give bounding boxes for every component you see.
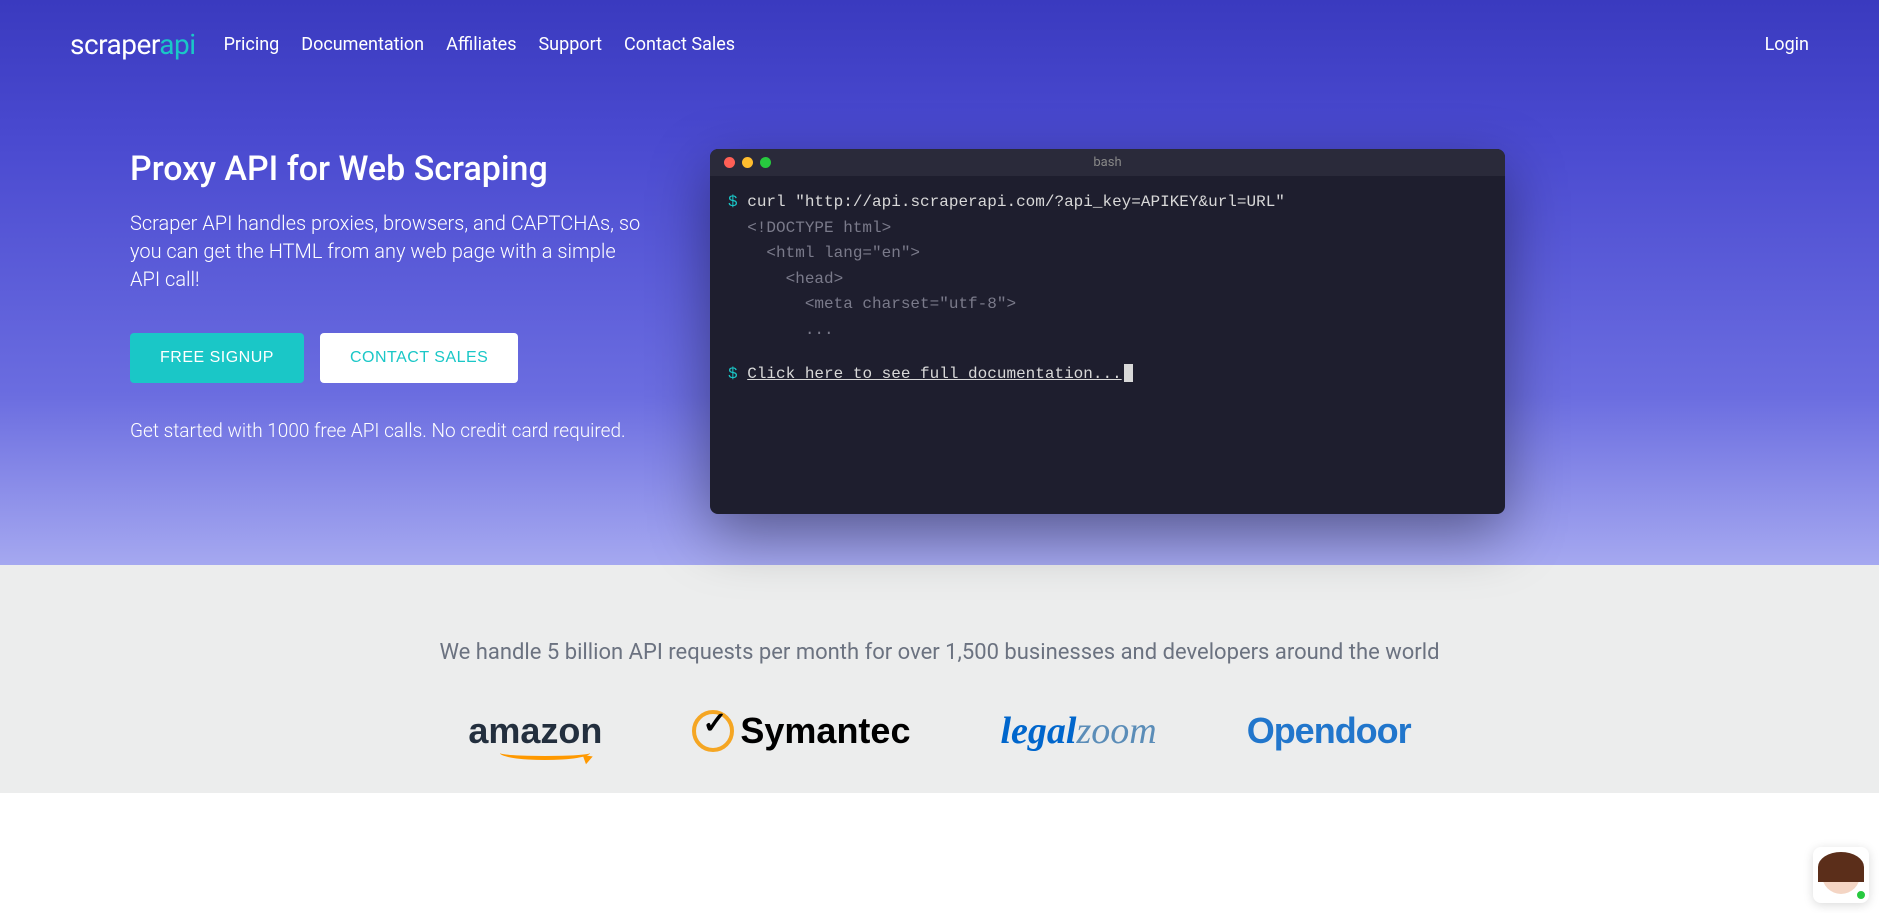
- nav-support[interactable]: Support: [538, 34, 602, 55]
- legalzoom-part2: zoom: [1076, 710, 1156, 752]
- navbar: scraperapi Pricing Documentation Affilia…: [0, 0, 1879, 89]
- online-status-icon: [1855, 889, 1867, 901]
- logo[interactable]: scraperapi: [70, 28, 196, 61]
- logo-part2: api: [159, 28, 195, 61]
- nav-contact-sales[interactable]: Contact Sales: [624, 34, 735, 55]
- terminal-header: bash: [710, 149, 1505, 176]
- legalzoom-logo: legalzoom: [1000, 709, 1156, 753]
- terminal-window: bash $ curl "http://api.scraperapi.com/?…: [710, 149, 1505, 514]
- contact-sales-button[interactable]: CONTACT SALES: [320, 333, 518, 383]
- nav-affiliates[interactable]: Affiliates: [446, 34, 516, 55]
- terminal-docs-link[interactable]: Click here to see full documentation...: [747, 365, 1121, 383]
- terminal-body: $ curl "http://api.scraperapi.com/?api_k…: [710, 176, 1505, 401]
- symantec-circle-icon: ✓: [692, 710, 734, 752]
- amazon-text: amazon: [468, 710, 602, 751]
- checkmark-icon: ✓: [702, 706, 727, 741]
- free-signup-button[interactable]: FREE SIGNUP: [130, 333, 304, 383]
- opendoor-logo: Opendoor: [1247, 710, 1411, 752]
- nav-links: Pricing Documentation Affiliates Support…: [224, 34, 736, 55]
- stats-section: We handle 5 billion API requests per mon…: [0, 565, 1879, 793]
- chat-widget[interactable]: [1813, 847, 1869, 903]
- terminal-output-line: ...: [728, 318, 1487, 344]
- terminal-output-line: <!DOCTYPE html>: [728, 216, 1487, 242]
- terminal-output-line: <meta charset="utf-8">: [728, 292, 1487, 318]
- symantec-text: Symantec: [740, 710, 910, 752]
- terminal-prompt: $: [728, 365, 738, 383]
- cursor-icon: [1124, 364, 1133, 382]
- terminal-output-line: <head>: [728, 267, 1487, 293]
- brand-logos-row: amazon ✓ Symantec legalzoom Opendoor: [40, 709, 1839, 753]
- terminal-command: curl "http://api.scraperapi.com/?api_key…: [747, 193, 1285, 211]
- terminal-title: bash: [1093, 155, 1121, 170]
- maximize-icon: [760, 157, 771, 168]
- symantec-logo: ✓ Symantec: [692, 710, 910, 752]
- amazon-logo: amazon: [468, 710, 602, 752]
- nav-documentation[interactable]: Documentation: [301, 34, 424, 55]
- nav-pricing[interactable]: Pricing: [224, 34, 280, 55]
- logo-part1: scraper: [70, 28, 159, 61]
- terminal-prompt: $: [728, 193, 738, 211]
- terminal-output-line: <html lang="en">: [728, 241, 1487, 267]
- amazon-arrow-icon: [583, 752, 595, 764]
- hero-subtitle: Scraper API handles proxies, browsers, a…: [130, 209, 650, 293]
- nav-login[interactable]: Login: [1765, 34, 1809, 55]
- amazon-smile-icon: [500, 746, 590, 760]
- hero-title: Proxy API for Web Scraping: [130, 149, 650, 189]
- hero-note: Get started with 1000 free API calls. No…: [130, 419, 650, 442]
- avatar-icon: [1822, 856, 1860, 894]
- close-icon: [724, 157, 735, 168]
- minimize-icon: [742, 157, 753, 168]
- stats-text: We handle 5 billion API requests per mon…: [40, 640, 1839, 665]
- legalzoom-part1: legal: [1000, 710, 1076, 752]
